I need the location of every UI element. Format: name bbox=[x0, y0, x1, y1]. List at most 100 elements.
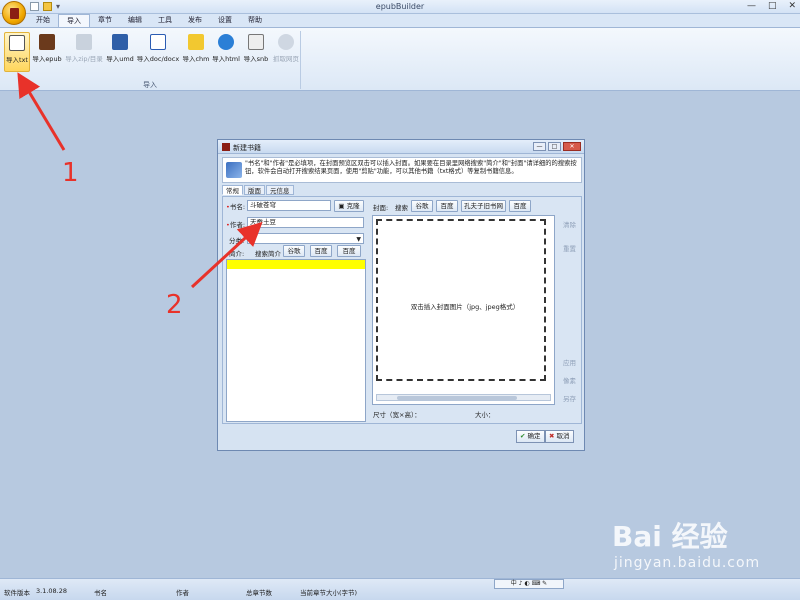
chm-help-icon bbox=[188, 34, 204, 50]
import-epub-button[interactable]: 导入epub bbox=[32, 32, 62, 72]
cover-horizontal-scrollbar[interactable] bbox=[376, 394, 551, 401]
cover-size-label: 尺寸（宽×高）： bbox=[373, 411, 421, 419]
grab-web-button[interactable]: 抓取网页 bbox=[272, 32, 300, 72]
import-chm-button[interactable]: 导入chm bbox=[182, 32, 210, 72]
author-input[interactable]: 天蚕土豆 bbox=[247, 217, 364, 228]
chevron-down-icon: ▼ bbox=[356, 236, 361, 243]
dialog-maximize-button[interactable]: □ bbox=[548, 142, 561, 151]
status-version-value: 3.1.08.28 bbox=[36, 587, 68, 595]
reset-cover-link[interactable]: 重置 bbox=[563, 243, 576, 253]
cross-icon: ✖ bbox=[549, 432, 555, 440]
import-doc-button[interactable]: 导入doc/docx bbox=[136, 32, 180, 72]
close-button[interactable]: ✕ bbox=[788, 2, 796, 11]
dialog-title-bar: 新建书籍 — □ ✕ bbox=[218, 140, 584, 154]
import-zip-button[interactable]: 导入zip/目录 bbox=[64, 32, 104, 72]
intro-highlight bbox=[227, 260, 365, 269]
tab-publish[interactable]: 发布 bbox=[180, 14, 210, 27]
general-pane: •书名: 斗破苍穹 ▣ 克隆 •作者: 天蚕土豆 分类: ▼ 简介: 搜索简介 … bbox=[222, 196, 582, 424]
title-input[interactable]: 斗破苍穹 bbox=[247, 200, 331, 211]
book-icon bbox=[10, 8, 19, 19]
window-controls: — □ ✕ bbox=[747, 2, 796, 11]
status-bar: 中 ♪ ◐ ⌨ ✎ 软件版本 3.1.08.28 书名 作者 总章节数 当前章节… bbox=[0, 578, 800, 600]
tab-metadata[interactable]: 元信息 bbox=[266, 185, 294, 195]
intro-textarea[interactable] bbox=[226, 259, 366, 422]
cover-google-button[interactable]: 谷歌 bbox=[411, 200, 433, 212]
app-menu-button[interactable] bbox=[2, 1, 26, 25]
search-intro-label: 搜索简介 bbox=[255, 250, 281, 258]
ie-browser-icon bbox=[218, 34, 234, 50]
status-version-label: 软件版本 bbox=[4, 589, 30, 597]
clear-cover-link[interactable]: 清除 bbox=[563, 219, 576, 229]
tab-import[interactable]: 导入 bbox=[58, 14, 90, 27]
dialog-tabs: 常规 版面 元信息 bbox=[222, 185, 295, 195]
tab-layout[interactable]: 版面 bbox=[244, 185, 265, 195]
tab-settings[interactable]: 设置 bbox=[210, 14, 240, 27]
apply-cover-link[interactable]: 应用 bbox=[563, 357, 576, 367]
clone-icon: ▣ bbox=[338, 202, 345, 210]
save-cover-link[interactable]: 另存 bbox=[563, 393, 576, 403]
cover-kongfuzi-button[interactable]: 孔夫子旧书网 bbox=[461, 200, 506, 212]
dialog-minimize-button[interactable]: — bbox=[533, 142, 546, 151]
web-grab-icon bbox=[278, 34, 294, 50]
tab-general[interactable]: 常规 bbox=[222, 185, 243, 195]
clone-button[interactable]: ▣ 克隆 bbox=[334, 200, 364, 212]
intro-label: 简介: bbox=[229, 250, 245, 258]
epub-book-icon bbox=[39, 34, 55, 50]
ribbon-panel: 导入txt 导入epub 导入zip/目录 导入umd 导入doc/docx 导… bbox=[0, 27, 800, 91]
minimize-button[interactable]: — bbox=[747, 2, 756, 11]
intro-google-button[interactable]: 谷歌 bbox=[283, 245, 305, 257]
scrollbar-thumb[interactable] bbox=[397, 396, 517, 400]
cover-filesize-label: 大小： bbox=[475, 411, 495, 419]
cover-baidu-button[interactable]: 百度 bbox=[436, 200, 458, 212]
tab-tools[interactable]: 工具 bbox=[150, 14, 180, 27]
import-html-button[interactable]: 导入html bbox=[212, 32, 240, 72]
book-icon bbox=[222, 143, 230, 151]
import-umd-button[interactable]: 导入umd bbox=[106, 32, 134, 72]
snb-file-icon bbox=[248, 34, 264, 50]
cancel-button[interactable]: ✖ 取消 bbox=[545, 430, 574, 443]
dialog-close-button[interactable]: ✕ bbox=[563, 142, 581, 151]
cover-baidu2-button[interactable]: 百度 bbox=[509, 200, 531, 212]
ribbon-group-label: 导入 bbox=[143, 81, 157, 89]
cover-preview[interactable]: 双击插入封面图片（jpg、jpeg格式） bbox=[372, 215, 555, 405]
watermark-url: jingyan.baidu.com bbox=[614, 555, 761, 571]
author-label: •作者: bbox=[226, 221, 246, 229]
info-icon bbox=[226, 162, 242, 178]
intro-baidu-button[interactable]: 百度 bbox=[310, 245, 332, 257]
title-label: •书名: bbox=[226, 203, 246, 211]
title-bar: ▾ epubBuilder — □ ✕ bbox=[0, 0, 800, 14]
cover-search-label: 搜索 bbox=[395, 204, 408, 212]
word-doc-icon bbox=[150, 34, 166, 50]
import-snb-button[interactable]: 导入snb bbox=[242, 32, 270, 72]
hint-panel: "书名"和"作者"是必填项，在封面预览区双击可以插入封面。如果要在目录里网络搜索… bbox=[222, 157, 582, 183]
status-chapter-count-label: 总章节数 bbox=[246, 589, 272, 597]
tab-start[interactable]: 开始 bbox=[28, 14, 58, 27]
hint-text: "书名"和"作者"是必填项，在封面预览区双击可以插入封面。如果要在目录里网络搜索… bbox=[245, 160, 577, 175]
status-chapter-size-label: 当前章节大小(字节) bbox=[300, 589, 358, 597]
ok-button[interactable]: ✔ 确定 bbox=[516, 430, 545, 443]
check-icon: ✔ bbox=[520, 432, 526, 440]
ribbon-group-separator bbox=[300, 31, 301, 89]
tab-edit[interactable]: 编辑 bbox=[120, 14, 150, 27]
maximize-button[interactable]: □ bbox=[768, 2, 777, 11]
cover-placeholder: 双击插入封面图片（jpg、jpeg格式） bbox=[410, 303, 520, 311]
dialog-title: 新建书籍 bbox=[233, 144, 261, 152]
tab-help[interactable]: 帮助 bbox=[240, 14, 270, 27]
zip-folder-icon bbox=[76, 34, 92, 50]
status-author-label: 作者 bbox=[176, 589, 189, 597]
watermark-logo: Bai 经验 bbox=[612, 520, 728, 553]
import-txt-button[interactable]: 导入txt bbox=[4, 32, 30, 72]
ribbon-tabs: 开始 导入 章节 编辑 工具 发布 设置 帮助 bbox=[0, 14, 800, 27]
dialog-window-controls: — □ ✕ bbox=[533, 142, 581, 151]
pixel-cover-link[interactable]: 像素 bbox=[563, 375, 576, 385]
txt-file-icon bbox=[9, 35, 25, 51]
umd-file-icon bbox=[112, 34, 128, 50]
status-title-label: 书名 bbox=[94, 589, 107, 597]
app-title: epubBuilder bbox=[375, 2, 425, 11]
tab-chapter[interactable]: 章节 bbox=[90, 14, 120, 27]
cover-drop-area[interactable]: 双击插入封面图片（jpg、jpeg格式） bbox=[376, 219, 546, 381]
ime-toolbar[interactable]: 中 ♪ ◐ ⌨ ✎ bbox=[494, 579, 564, 589]
annotation-number-2: 2 bbox=[166, 290, 183, 320]
intro-baidu2-button[interactable]: 百度 bbox=[337, 245, 361, 257]
category-select[interactable]: ▼ bbox=[247, 233, 364, 244]
